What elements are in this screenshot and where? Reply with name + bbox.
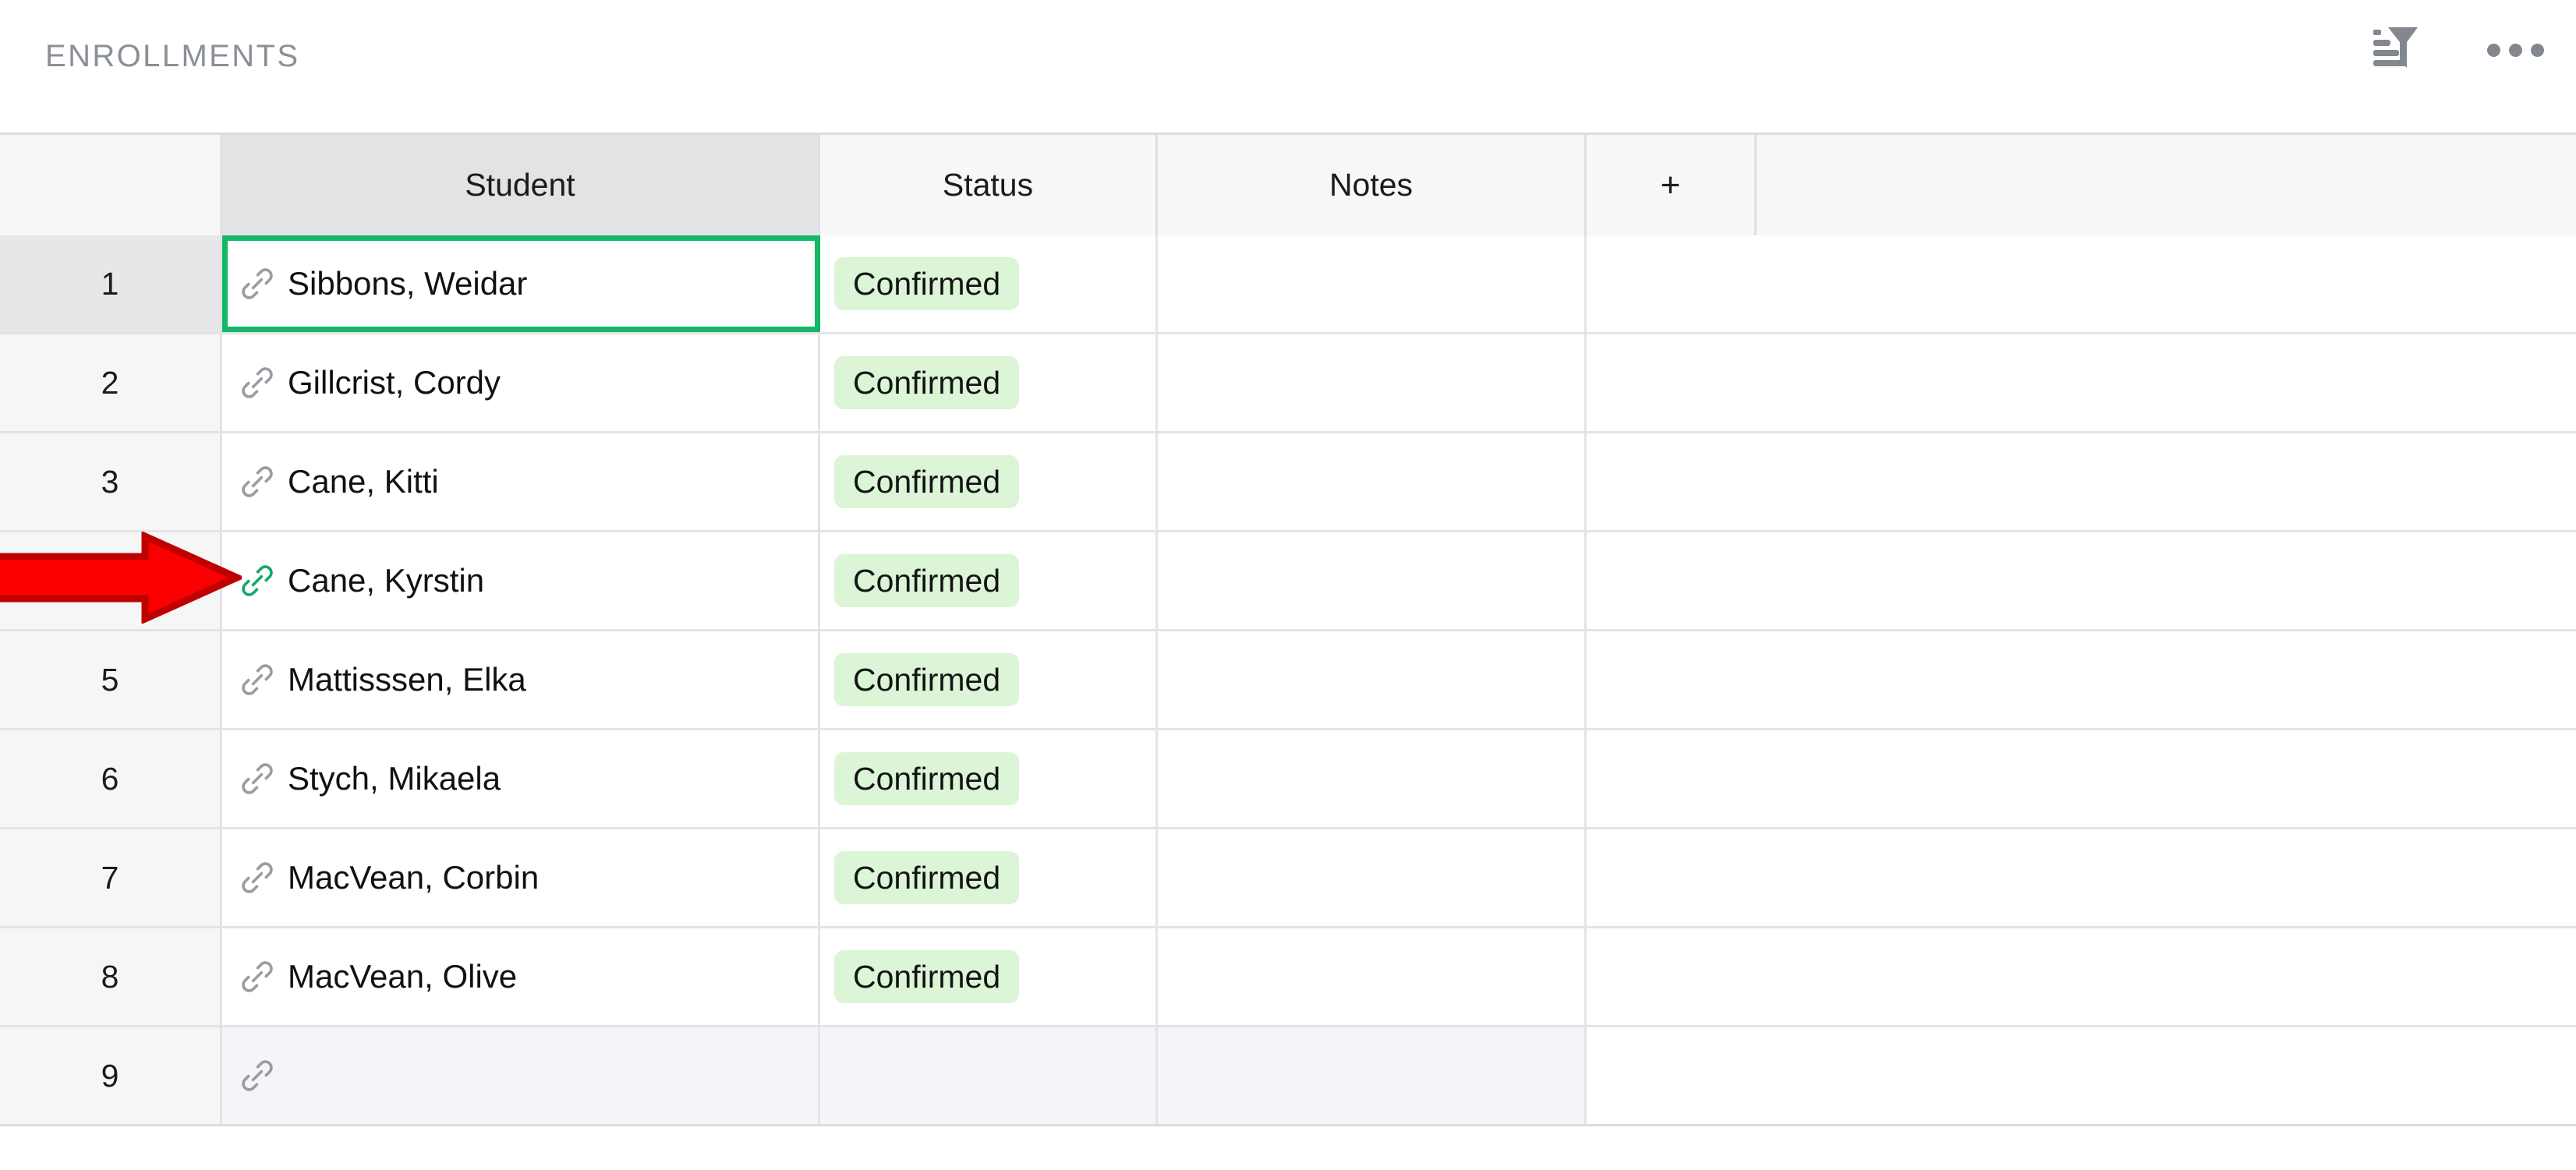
row-number-cell[interactable]: 6 bbox=[0, 730, 222, 827]
status-cell[interactable]: Confirmed bbox=[820, 631, 1158, 728]
link-icon[interactable] bbox=[239, 959, 275, 995]
link-icon[interactable] bbox=[239, 860, 275, 896]
table-header-row: Student Status Notes + bbox=[0, 133, 2576, 235]
column-header-status[interactable]: Status bbox=[820, 135, 1158, 235]
row-number-cell[interactable]: 8 bbox=[0, 928, 222, 1025]
student-name: MacVean, Olive bbox=[288, 958, 517, 995]
student-name: Gillcrist, Cordy bbox=[288, 364, 501, 401]
status-cell[interactable] bbox=[820, 1027, 1158, 1124]
row-trailing-area bbox=[1587, 235, 2576, 332]
status-cell[interactable]: Confirmed bbox=[820, 532, 1158, 629]
table-row[interactable]: 5 Mattisssen, Elka Confirmed bbox=[0, 631, 2576, 730]
status-cell[interactable]: Confirmed bbox=[820, 928, 1158, 1025]
row-trailing-area bbox=[1587, 829, 2576, 926]
student-cell[interactable]: Cane, Kitti bbox=[222, 433, 820, 530]
page-title: ENROLLMENTS bbox=[45, 39, 299, 74]
status-badge: Confirmed bbox=[834, 752, 1019, 805]
row-number-cell[interactable]: 1 bbox=[0, 235, 222, 332]
row-number-cell[interactable]: 4 bbox=[0, 532, 222, 629]
link-icon[interactable] bbox=[239, 563, 275, 599]
status-cell[interactable]: Confirmed bbox=[820, 730, 1158, 827]
notes-cell[interactable] bbox=[1158, 730, 1587, 827]
status-cell[interactable]: Confirmed bbox=[820, 829, 1158, 926]
row-trailing-area bbox=[1587, 433, 2576, 530]
enrollments-table: Student Status Notes + 1 Sibbons, Weidar C… bbox=[0, 133, 2576, 1126]
table-row[interactable]: 2 Gillcrist, Cordy Confirmed bbox=[0, 334, 2576, 433]
notes-cell[interactable] bbox=[1158, 928, 1587, 1025]
row-trailing-area bbox=[1587, 730, 2576, 827]
table-row[interactable]: 1 Sibbons, Weidar Confirmed bbox=[0, 235, 2576, 334]
notes-cell[interactable] bbox=[1158, 235, 1587, 332]
enrollments-panel: ENROLLMENTS bbox=[0, 0, 2576, 1170]
column-header-rownum[interactable] bbox=[0, 135, 222, 235]
row-number-cell[interactable]: 2 bbox=[0, 334, 222, 431]
notes-cell[interactable] bbox=[1158, 631, 1587, 728]
table-body: 1 Sibbons, Weidar Confirmed 2 Gillcrist, Cor… bbox=[0, 235, 2576, 1126]
link-icon[interactable] bbox=[239, 1058, 275, 1094]
notes-cell[interactable] bbox=[1158, 334, 1587, 431]
student-cell[interactable]: MacVean, Olive bbox=[222, 928, 820, 1025]
sort-filter-button[interactable] bbox=[2365, 20, 2425, 80]
toolbar-actions bbox=[2365, 20, 2545, 80]
link-icon[interactable] bbox=[239, 464, 275, 500]
status-badge: Confirmed bbox=[834, 950, 1019, 1003]
status-badge: Confirmed bbox=[834, 356, 1019, 409]
link-icon[interactable] bbox=[239, 662, 275, 698]
link-icon[interactable] bbox=[239, 365, 275, 401]
status-badge: Confirmed bbox=[834, 851, 1019, 904]
student-cell[interactable]: Mattisssen, Elka bbox=[222, 631, 820, 728]
sort-filter-icon bbox=[2366, 19, 2424, 81]
row-number-cell[interactable]: 5 bbox=[0, 631, 222, 728]
student-cell[interactable] bbox=[222, 1027, 820, 1124]
student-cell[interactable]: MacVean, Corbin bbox=[222, 829, 820, 926]
notes-cell[interactable] bbox=[1158, 829, 1587, 926]
student-name: Stych, Mikaela bbox=[288, 760, 501, 797]
more-options-icon bbox=[2487, 44, 2544, 57]
column-header-student[interactable]: Student bbox=[222, 135, 820, 235]
row-number-cell[interactable]: 9 bbox=[0, 1027, 222, 1124]
table-row[interactable]: 6 Stych, Mikaela Confirmed bbox=[0, 730, 2576, 829]
status-badge: Confirmed bbox=[834, 653, 1019, 706]
student-cell[interactable]: Stych, Mikaela bbox=[222, 730, 820, 827]
row-trailing-area bbox=[1587, 334, 2576, 431]
more-options-button[interactable] bbox=[2486, 20, 2545, 80]
notes-cell[interactable] bbox=[1158, 433, 1587, 530]
row-trailing-area bbox=[1587, 631, 2576, 728]
table-row[interactable]: 8 MacVean, Olive Confirmed bbox=[0, 928, 2576, 1027]
row-number-cell[interactable]: 7 bbox=[0, 829, 222, 926]
student-name: Sibbons, Weidar bbox=[288, 265, 527, 302]
notes-cell[interactable] bbox=[1158, 1027, 1587, 1124]
status-cell[interactable]: Confirmed bbox=[820, 433, 1158, 530]
panel-toolbar: ENROLLMENTS bbox=[0, 0, 2576, 133]
row-number-cell[interactable]: 3 bbox=[0, 433, 222, 530]
student-name: Cane, Kitti bbox=[288, 463, 439, 500]
student-name: Mattisssen, Elka bbox=[288, 661, 526, 698]
table-row[interactable]: 4 Cane, Kyrstin Confirmed bbox=[0, 532, 2576, 631]
row-trailing-area bbox=[1587, 1027, 2576, 1124]
add-column-button[interactable]: + bbox=[1587, 135, 1757, 235]
row-trailing-area bbox=[1587, 532, 2576, 629]
table-row[interactable]: 9 bbox=[0, 1027, 2576, 1126]
table-row[interactable]: 7 MacVean, Corbin Confirmed bbox=[0, 829, 2576, 928]
student-name: MacVean, Corbin bbox=[288, 859, 539, 896]
student-cell[interactable]: Cane, Kyrstin bbox=[222, 532, 820, 629]
link-icon[interactable] bbox=[239, 761, 275, 797]
student-name: Cane, Kyrstin bbox=[288, 562, 484, 599]
status-cell[interactable]: Confirmed bbox=[820, 334, 1158, 431]
link-icon[interactable] bbox=[239, 266, 275, 302]
student-cell[interactable]: Sibbons, Weidar bbox=[222, 235, 820, 332]
column-header-notes[interactable]: Notes bbox=[1158, 135, 1587, 235]
notes-cell[interactable] bbox=[1158, 532, 1587, 629]
status-badge: Confirmed bbox=[834, 257, 1019, 310]
status-badge: Confirmed bbox=[834, 455, 1019, 508]
status-badge: Confirmed bbox=[834, 554, 1019, 607]
status-cell[interactable]: Confirmed bbox=[820, 235, 1158, 332]
column-header-filler bbox=[1757, 135, 2576, 235]
table-row[interactable]: 3 Cane, Kitti Confirmed bbox=[0, 433, 2576, 532]
student-cell[interactable]: Gillcrist, Cordy bbox=[222, 334, 820, 431]
row-trailing-area bbox=[1587, 928, 2576, 1025]
